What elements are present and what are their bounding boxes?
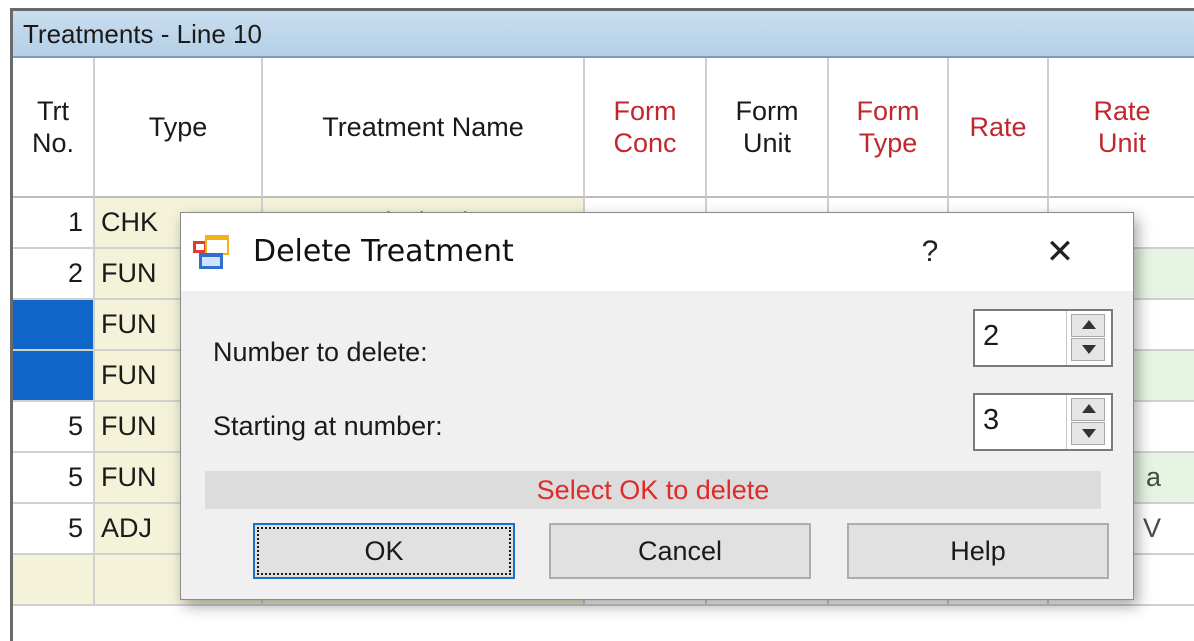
grid-title: Treatments - Line 10 xyxy=(13,11,1194,58)
starting-at-spinner[interactable]: 3 xyxy=(973,393,1113,451)
cell-trt-no[interactable]: 5 xyxy=(13,504,95,555)
number-to-delete-label: Number to delete: xyxy=(213,337,428,367)
number-to-delete-value[interactable]: 2 xyxy=(983,311,999,361)
column-header-form-type[interactable]: Form Type xyxy=(829,58,949,198)
cell-trt-no[interactable] xyxy=(13,555,95,606)
starting-at-value[interactable]: 3 xyxy=(983,395,999,445)
column-header-trt-no[interactable]: Trt No. xyxy=(13,58,95,198)
cell-trt-no[interactable]: 4 xyxy=(13,351,95,402)
dialog-title: Delete Treatment xyxy=(253,234,514,269)
cell-trt-no[interactable]: 5 xyxy=(13,453,95,504)
close-button[interactable]: ✕ xyxy=(1035,229,1085,275)
cell-trt-no[interactable]: 3 xyxy=(13,300,95,351)
column-header-type[interactable]: Type xyxy=(95,58,263,198)
column-header-rate[interactable]: Rate xyxy=(949,58,1049,198)
ok-button[interactable]: OK xyxy=(253,523,515,579)
ok-button-label: OK xyxy=(257,527,511,575)
number-to-delete-spin-buttons xyxy=(1066,311,1111,365)
spin-up-arrow-icon[interactable] xyxy=(1071,398,1105,421)
delete-treatment-dialog: Delete Treatment ? ✕ Number to delete: 2… xyxy=(180,212,1134,600)
column-header-row: Trt No. Type Treatment Name Form Conc Fo… xyxy=(13,58,1194,198)
app-window-icon xyxy=(193,235,229,269)
cell-trt-no[interactable]: 1 xyxy=(13,198,95,249)
status-message: Select OK to delete xyxy=(205,471,1101,509)
column-header-form-unit[interactable]: Form Unit xyxy=(707,58,829,198)
column-header-rate-unit[interactable]: Rate Unit xyxy=(1049,58,1194,198)
number-to-delete-spinner[interactable]: 2 xyxy=(973,309,1113,367)
context-help-button[interactable]: ? xyxy=(907,229,953,275)
starting-at-label: Starting at number: xyxy=(213,411,443,441)
cell-trt-no[interactable]: 5 xyxy=(13,402,95,453)
column-header-form-conc[interactable]: Form Conc xyxy=(585,58,707,198)
column-header-treatment-name[interactable]: Treatment Name xyxy=(263,58,585,198)
help-button[interactable]: Help xyxy=(847,523,1109,579)
spin-up-arrow-icon[interactable] xyxy=(1071,314,1105,337)
spin-down-arrow-icon[interactable] xyxy=(1071,422,1105,445)
cell-trt-no[interactable]: 2 xyxy=(13,249,95,300)
spin-down-arrow-icon[interactable] xyxy=(1071,338,1105,361)
dialog-titlebar[interactable]: Delete Treatment ? ✕ xyxy=(181,213,1133,291)
starting-at-spin-buttons xyxy=(1066,395,1111,449)
cancel-button[interactable]: Cancel xyxy=(549,523,811,579)
